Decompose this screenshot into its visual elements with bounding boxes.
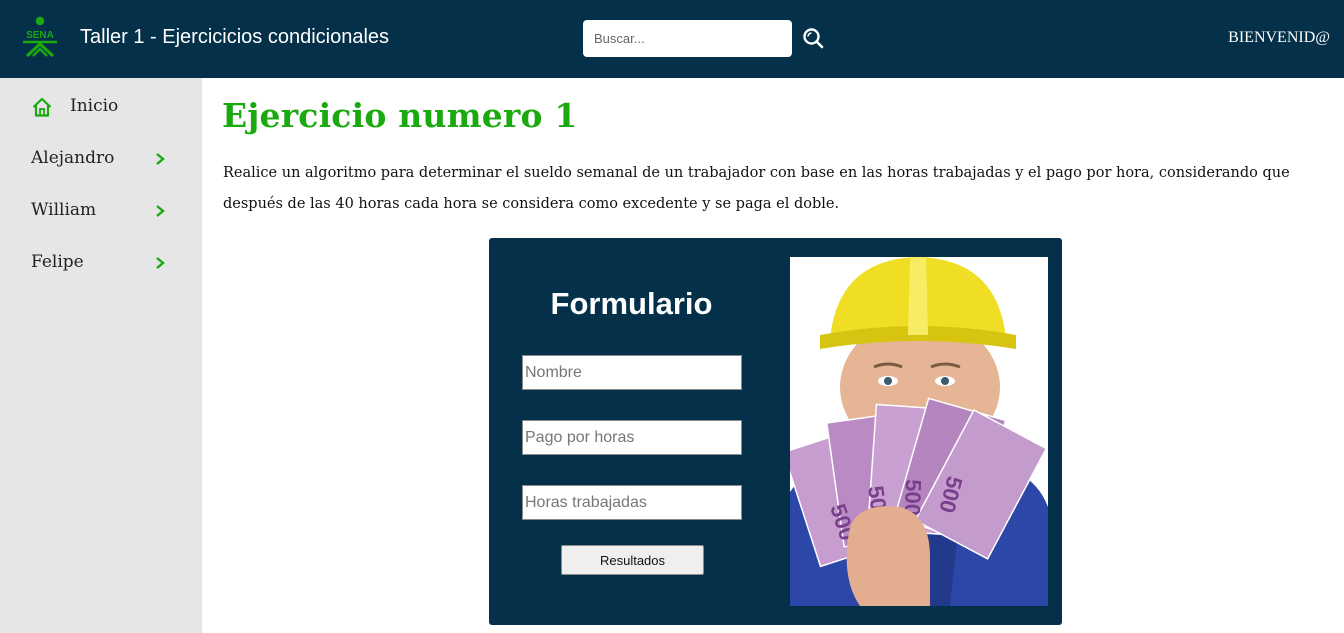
sidebar-item-label: Alejandro [31, 148, 115, 168]
resultados-button[interactable]: Resultados [561, 545, 704, 575]
horas-trabajadas-field[interactable] [522, 485, 742, 520]
worker-with-money-image: 500 500 500 500 [790, 257, 1048, 606]
chevron-right-icon [156, 257, 165, 269]
sidebar-item-inicio[interactable]: Inicio [0, 86, 202, 130]
nombre-field[interactable] [522, 355, 742, 390]
main-content: Ejercicio numero 1 Realice un algoritmo … [202, 78, 1344, 633]
chevron-right-icon [156, 153, 165, 165]
exercise-description: Realice un algoritmo para determinar el … [223, 165, 1290, 212]
sena-logo-icon[interactable]: SENA [19, 16, 61, 58]
pago-por-horas-field[interactable] [522, 420, 742, 455]
svg-text:SENA: SENA [26, 30, 54, 41]
form-title: Formulario [550, 286, 713, 321]
welcome-text: BIENVENID@ [1228, 29, 1330, 46]
sidebar-item-label: William [31, 200, 97, 220]
app-title: Taller 1 - Ejercicicios condicionales [80, 26, 390, 48]
form-card: Formulario Resultados [489, 238, 1062, 625]
search-icon [803, 28, 824, 49]
top-navbar: SENA Taller 1 - Ejercicicios condicional… [0, 0, 1344, 78]
sidebar: Inicio Alejandro William Felipe [0, 78, 202, 633]
search-input[interactable] [583, 20, 792, 57]
sidebar-item-label: Inicio [70, 96, 119, 116]
sidebar-item-william[interactable]: William [0, 190, 202, 234]
page-title: Ejercicio numero 1 [222, 96, 578, 135]
sidebar-item-alejandro[interactable]: Alejandro [0, 138, 202, 182]
sidebar-item-label: Felipe [31, 252, 84, 272]
search-button[interactable] [802, 27, 824, 49]
home-icon [32, 97, 52, 117]
sidebar-item-felipe[interactable]: Felipe [0, 242, 202, 286]
chevron-right-icon [156, 205, 165, 217]
